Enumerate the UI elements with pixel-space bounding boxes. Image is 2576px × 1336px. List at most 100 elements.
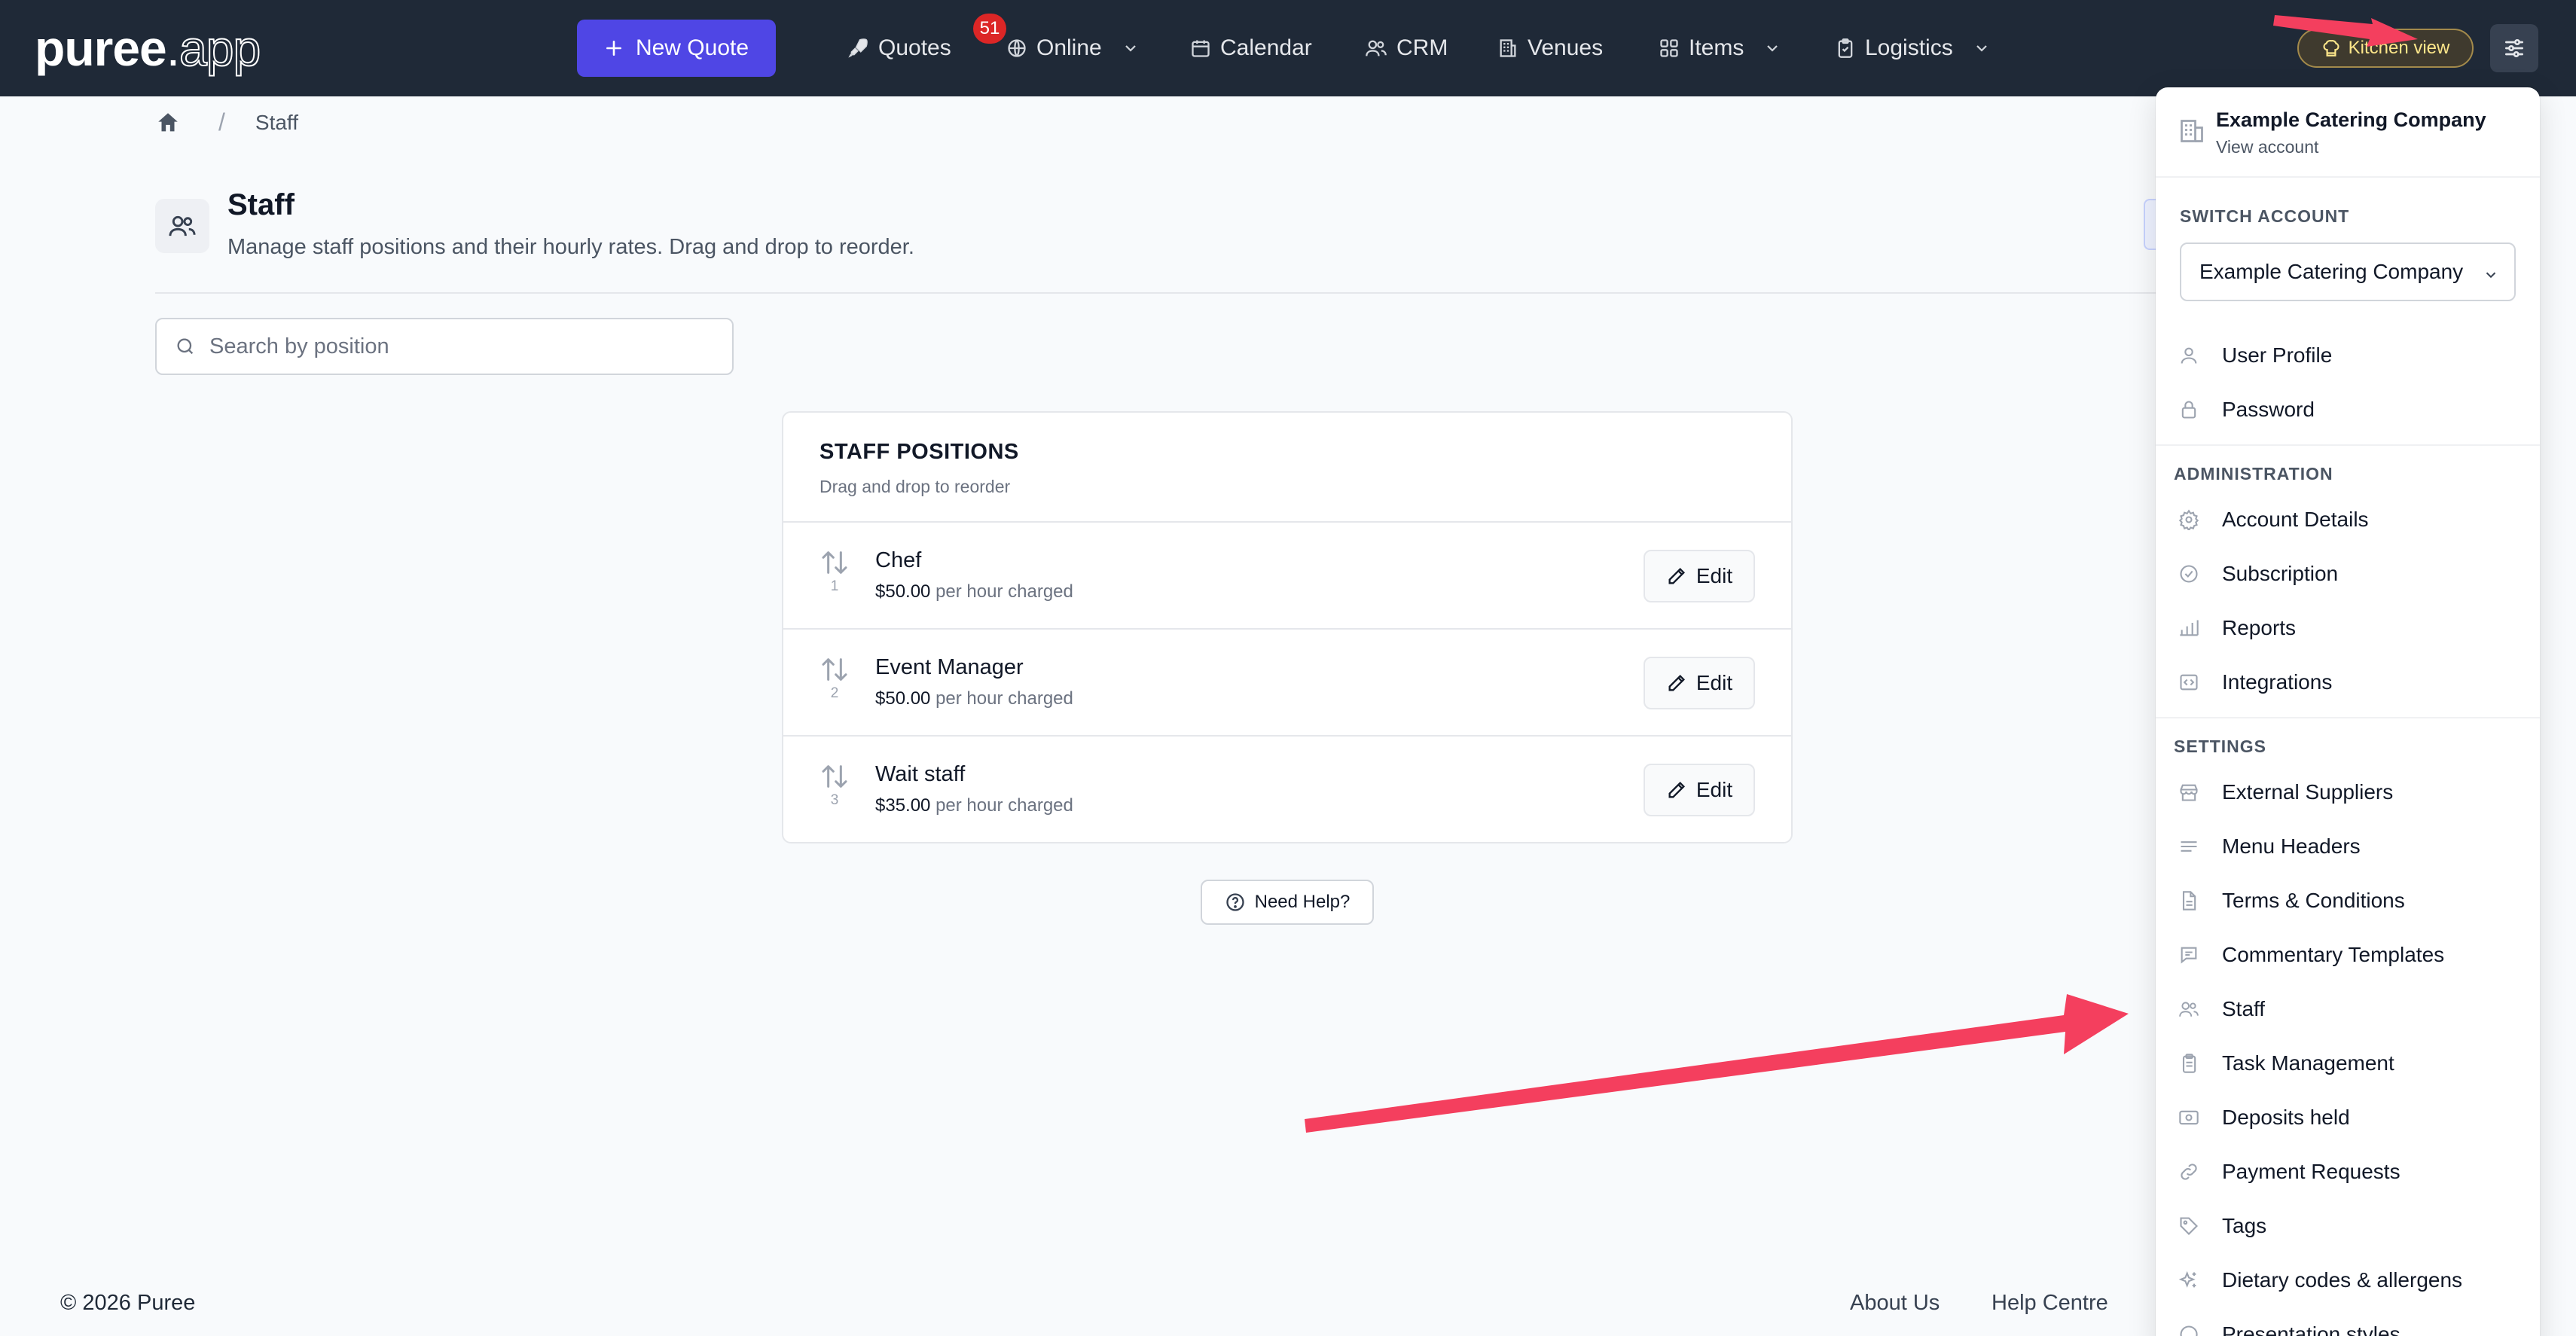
position-row: 3 Wait staff $35.00 per hour charged Edi…: [783, 737, 1791, 842]
edit-button[interactable]: Edit: [1644, 550, 1755, 602]
menu-item-account-details[interactable]: Account Details: [2156, 497, 2540, 542]
settings-menu-button[interactable]: [2490, 24, 2538, 72]
chevron-down-icon: [2486, 272, 2496, 279]
position-row: 1 Chef $50.00 per hour charged Edit: [783, 523, 1791, 630]
position-name: Event Manager: [875, 655, 1024, 679]
position-row: 2 Event Manager $50.00 per hour charged …: [783, 630, 1791, 737]
menu-item-commentary-templates[interactable]: Commentary Templates: [2156, 932, 2540, 978]
reorder-arrows-icon: [822, 765, 847, 788]
edit-icon: [1668, 568, 1685, 584]
search-input[interactable]: [209, 334, 699, 359]
quotes-count-badge: 51: [973, 14, 1006, 44]
footer-about-link[interactable]: About Us: [1850, 1291, 1940, 1316]
nav-venues[interactable]: Venues: [1497, 26, 1603, 71]
chevron-down-icon: [1763, 39, 1781, 57]
menu-item-menu-headers[interactable]: Menu Headers: [2156, 824, 2540, 869]
lines-icon: [2178, 836, 2199, 857]
chef-hat-icon: [2321, 38, 2341, 58]
header-divider: [155, 292, 2162, 294]
calendar-icon: [1190, 38, 1211, 59]
users-icon: [2178, 999, 2199, 1020]
search-icon: [175, 336, 196, 357]
banknote-icon: [2178, 1107, 2199, 1128]
sliders-icon: [2502, 36, 2526, 60]
staff-positions-card: STAFF POSITIONS Drag and drop to reorder…: [782, 411, 1793, 843]
edit-button[interactable]: Edit: [1644, 764, 1755, 816]
switch-account-select[interactable]: Example Catering Company: [2180, 242, 2516, 301]
search-field[interactable]: [155, 318, 734, 375]
puree-logo[interactable]: puree.app: [35, 18, 261, 78]
clipboard-list-icon: [2178, 1053, 2199, 1074]
position-name: Chef: [875, 548, 922, 572]
home-icon[interactable]: [155, 110, 181, 136]
page-title: Staff: [227, 188, 295, 221]
nav-online[interactable]: Online: [1006, 26, 1140, 71]
check-badge-icon: [2178, 563, 2199, 584]
rocket-icon: [847, 37, 869, 59]
menu-item-dietary-codes[interactable]: Dietary codes & allergens: [2156, 1258, 2540, 1303]
palette-icon: [2178, 1324, 2199, 1336]
menu-item-reports[interactable]: Reports: [2156, 605, 2540, 651]
code-box-icon: [2178, 672, 2199, 693]
drag-handle[interactable]: 3: [819, 764, 850, 809]
page-description: Manage staff positions and their hourly …: [227, 235, 914, 259]
position-rate: $50.00 per hour charged: [875, 688, 1073, 709]
drag-handle[interactable]: 1: [819, 550, 850, 595]
menu-item-user-profile[interactable]: User Profile: [2156, 333, 2540, 378]
reorder-arrows-icon: [822, 551, 847, 574]
need-help-button[interactable]: Need Help?: [1201, 880, 1374, 925]
chat-bubble-icon: [2178, 944, 2199, 965]
menu-divider: [2156, 444, 2540, 446]
menu-item-password[interactable]: Password: [2156, 387, 2540, 432]
menu-item-staff[interactable]: Staff: [2156, 987, 2540, 1032]
drag-handle[interactable]: 2: [819, 657, 850, 702]
lock-icon: [2178, 399, 2199, 420]
footer-help-centre-link[interactable]: Help Centre: [1992, 1291, 2108, 1316]
account-name: Example Catering Company: [2216, 108, 2486, 131]
document-icon: [2178, 890, 2199, 911]
nav-quotes[interactable]: Quotes: [847, 26, 951, 71]
nav-crm[interactable]: CRM: [1365, 26, 1448, 71]
menu-item-integrations[interactable]: Integrations: [2156, 660, 2540, 705]
tag-icon: [2178, 1216, 2199, 1237]
question-circle-icon: [1225, 893, 1244, 911]
view-account-link[interactable]: View account: [2216, 137, 2318, 157]
breadcrumb-separator: /: [218, 108, 225, 136]
edit-button[interactable]: Edit: [1644, 657, 1755, 709]
card-subtitle: Drag and drop to reorder: [819, 477, 1011, 496]
gear-icon: [2178, 509, 2199, 530]
position-rate: $50.00 per hour charged: [875, 581, 1073, 602]
menu-item-subscription[interactable]: Subscription: [2156, 551, 2540, 596]
menu-item-tags[interactable]: Tags: [2156, 1203, 2540, 1249]
users-icon: [1365, 38, 1387, 59]
chevron-down-icon: [1973, 39, 1991, 57]
top-navigation-bar: puree.app New Quote Quotes 51 Online Cal…: [0, 0, 2576, 96]
new-quote-button[interactable]: New Quote: [577, 20, 776, 77]
administration-label: ADMINISTRATION: [2174, 464, 2333, 483]
clipboard-icon: [1835, 38, 1856, 59]
menu-item-terms-conditions[interactable]: Terms & Conditions: [2156, 878, 2540, 923]
users-icon: [168, 212, 197, 239]
card-header: STAFF POSITIONS Drag and drop to reorder: [783, 413, 1791, 523]
nav-calendar[interactable]: Calendar: [1190, 26, 1312, 71]
edit-icon: [1668, 675, 1685, 691]
nav-logistics[interactable]: Logistics: [1835, 26, 1991, 71]
menu-item-deposits-held[interactable]: Deposits held: [2156, 1095, 2540, 1140]
menu-divider: [2156, 717, 2540, 718]
nav-items[interactable]: Items: [1659, 26, 1781, 71]
footer-copyright: © 2026 Puree: [60, 1291, 196, 1315]
menu-item-payment-requests[interactable]: Payment Requests: [2156, 1149, 2540, 1194]
settings-dropdown-menu: Example Catering Company View account SW…: [2156, 87, 2540, 1336]
storefront-icon: [2178, 782, 2199, 803]
bar-chart-icon: [2178, 618, 2199, 639]
kitchen-view-toggle[interactable]: Kitchen view: [2297, 29, 2474, 68]
page-icon: [155, 199, 209, 253]
account-header[interactable]: Example Catering Company View account: [2156, 87, 2540, 178]
menu-item-task-management[interactable]: Task Management: [2156, 1041, 2540, 1086]
menu-item-presentation-styles[interactable]: Presentation styles: [2156, 1312, 2540, 1336]
settings-label: SETTINGS: [2174, 737, 2267, 756]
office-building-icon: [2178, 117, 2205, 145]
reorder-arrows-icon: [822, 658, 847, 681]
position-rate: $35.00 per hour charged: [875, 795, 1073, 816]
menu-item-external-suppliers[interactable]: External Suppliers: [2156, 770, 2540, 815]
